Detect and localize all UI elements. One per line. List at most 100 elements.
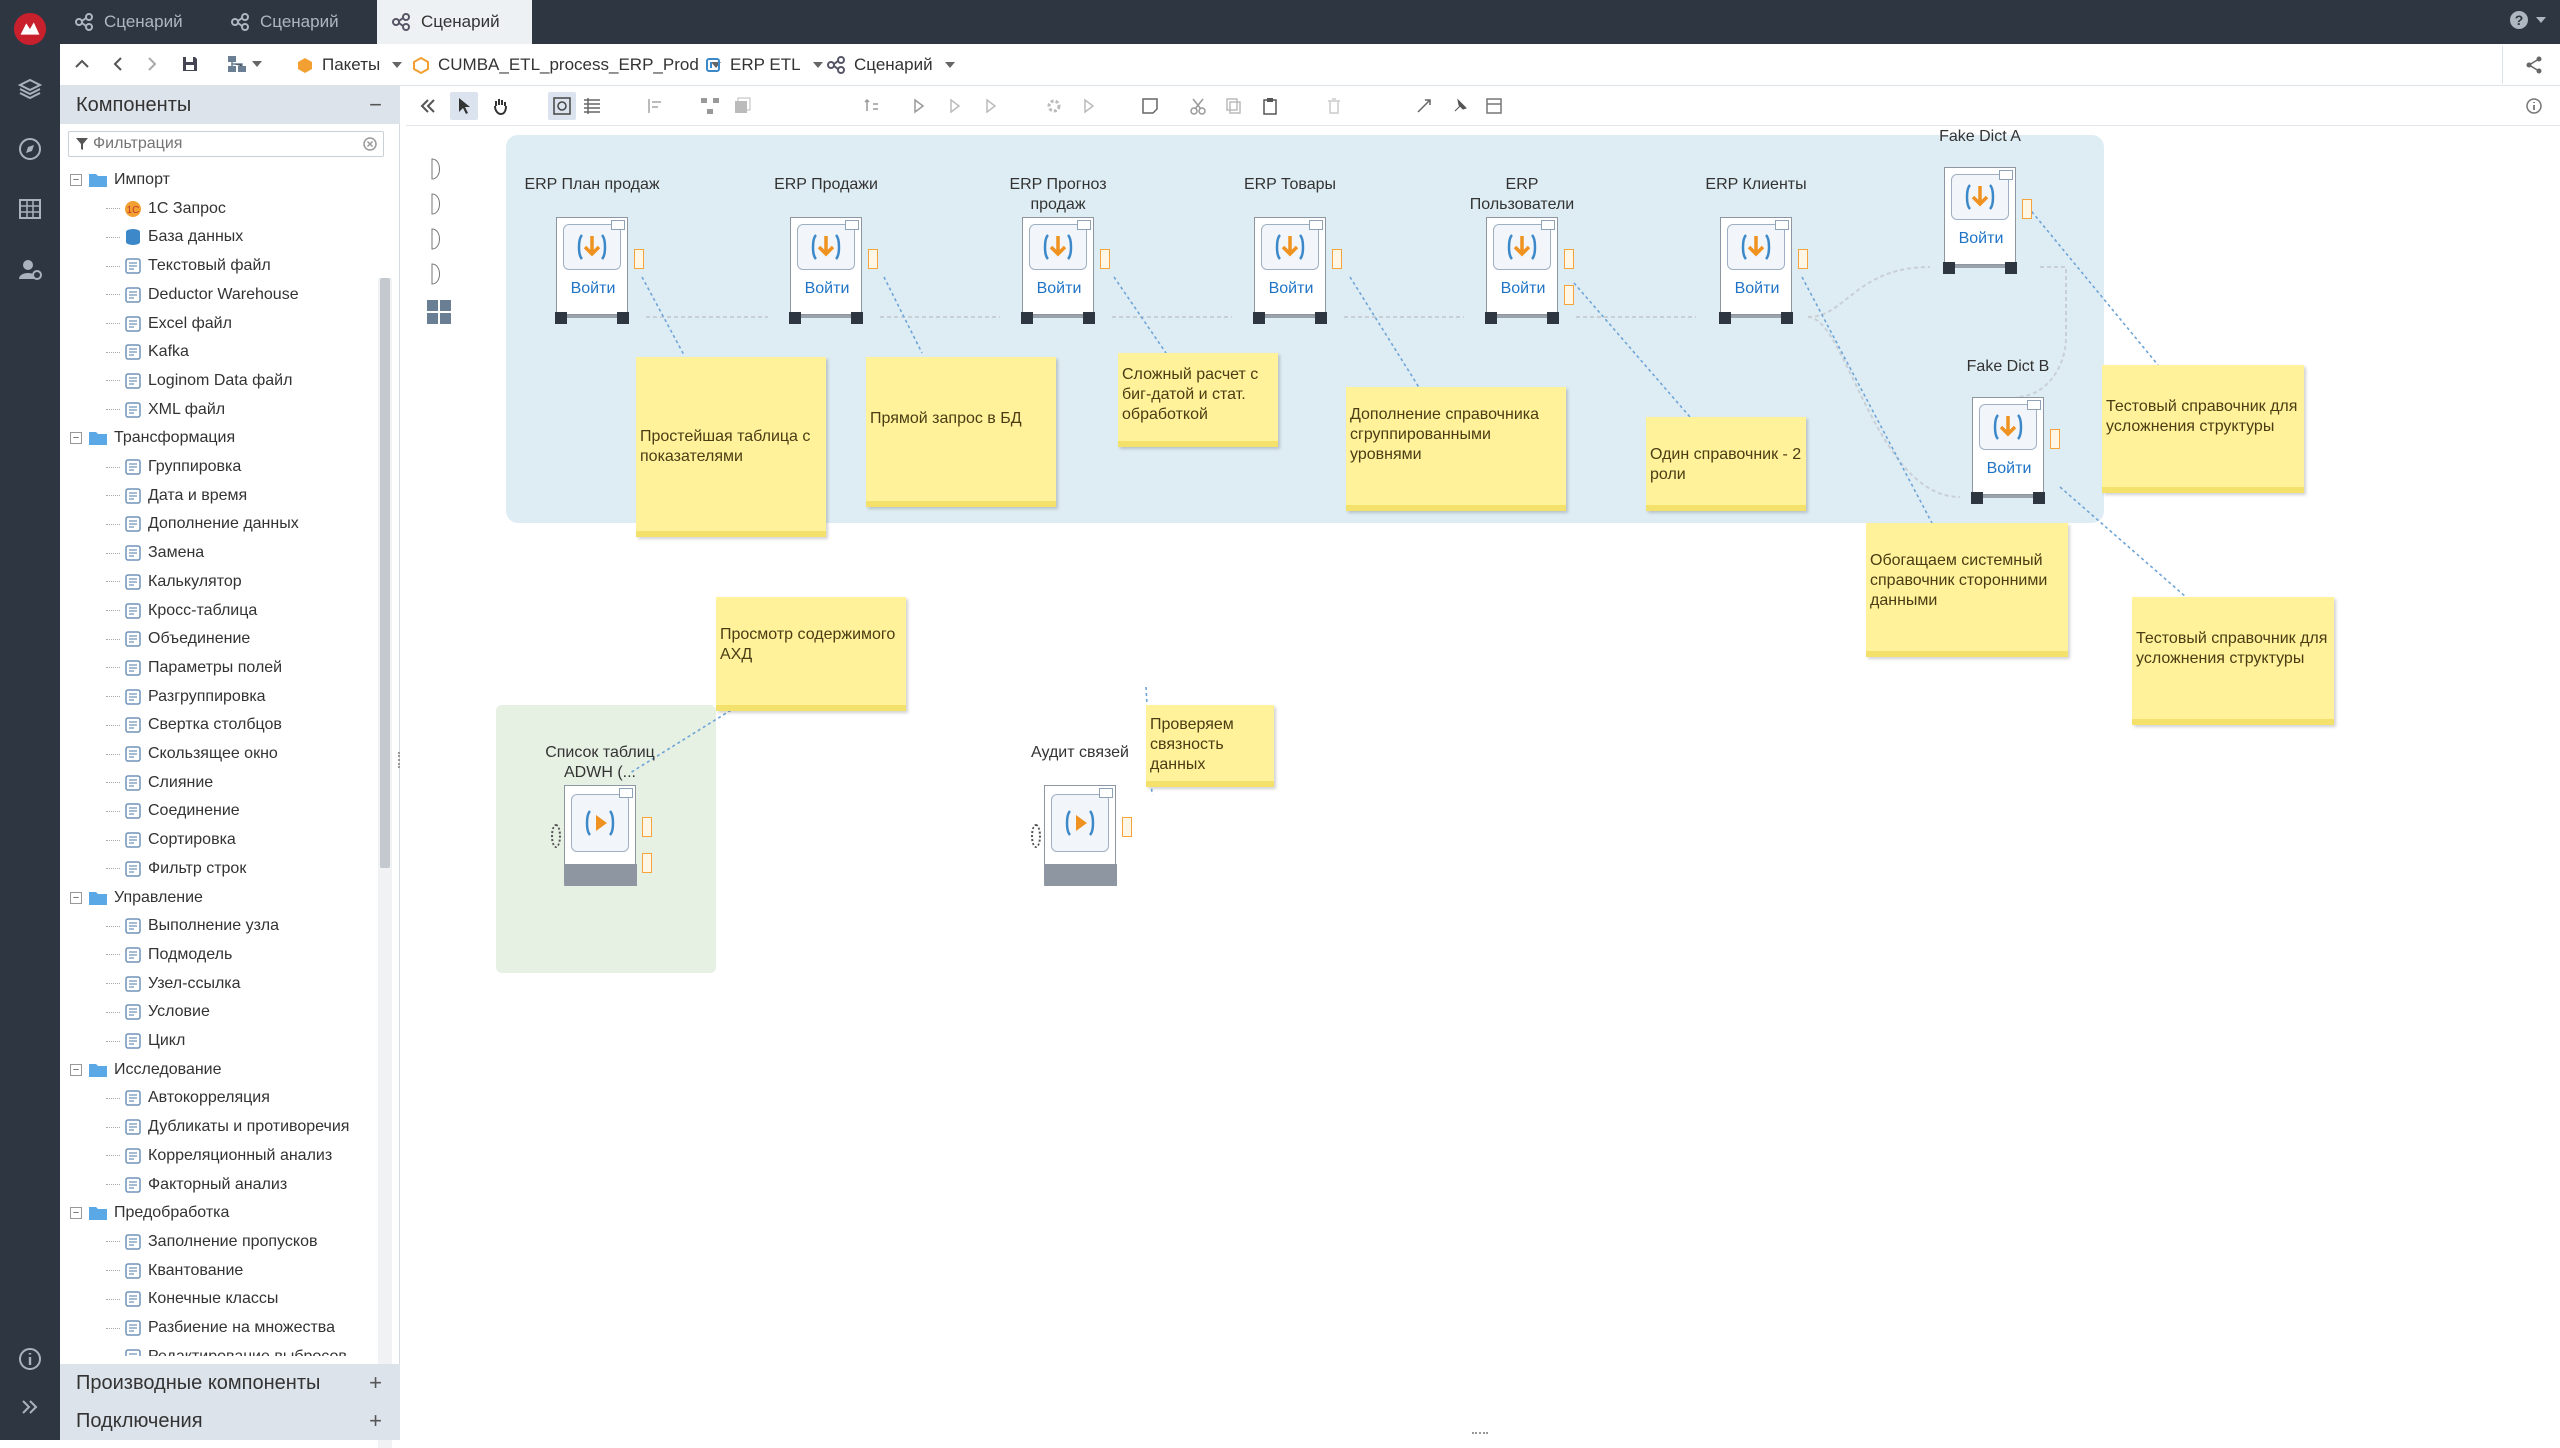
output-port[interactable] bbox=[1564, 249, 1574, 269]
run-icon[interactable] bbox=[906, 92, 934, 120]
node-enter-link[interactable]: Войти bbox=[557, 280, 629, 298]
clear-icon[interactable] bbox=[363, 137, 377, 151]
sticky-note[interactable]: Прямой запрос в БД bbox=[866, 357, 1056, 507]
tree-item[interactable]: Конечные классы bbox=[106, 1285, 278, 1313]
tab-scenario-2[interactable]: Сценарий bbox=[216, 0, 366, 44]
tab-scenario-3[interactable]: Сценарий bbox=[377, 0, 532, 44]
input-port-icon[interactable] bbox=[1485, 312, 1497, 324]
up-arrow-icon[interactable] bbox=[72, 54, 92, 74]
breadcrumb-module[interactable]: ERP ETL bbox=[704, 44, 823, 86]
scrollbar-thumb[interactable] bbox=[380, 278, 390, 868]
workflow-canvas[interactable]: ERP План продаж Войти ERP Продажи Войти ERP … bbox=[406, 127, 2560, 1440]
node-body[interactable]: Войти bbox=[789, 217, 863, 324]
group-icon[interactable] bbox=[728, 92, 756, 120]
node-enter-link[interactable]: Войти bbox=[1255, 280, 1327, 298]
output-port[interactable] bbox=[2050, 429, 2060, 449]
node-body[interactable]: Войти bbox=[1021, 217, 1095, 324]
tree-item[interactable]: Факторный анализ bbox=[106, 1171, 287, 1199]
collapse-box-icon[interactable]: − bbox=[70, 174, 82, 186]
derived-components-header[interactable]: Производные компоненты + bbox=[60, 1364, 400, 1402]
activation-port-icon[interactable] bbox=[1031, 824, 1041, 848]
output-port[interactable] bbox=[642, 853, 652, 873]
tree-item[interactable]: Редактирование выбросов bbox=[106, 1343, 347, 1356]
tree-item[interactable]: Группировка bbox=[106, 453, 241, 481]
expand-icon[interactable]: + bbox=[369, 1370, 382, 1396]
node-enter-link[interactable]: Войти bbox=[1945, 230, 2017, 248]
node-body[interactable]: Войти bbox=[555, 217, 629, 324]
tree-item[interactable]: Калькулятор bbox=[106, 568, 242, 596]
run-to-icon[interactable] bbox=[978, 92, 1006, 120]
sticky-note[interactable]: Проверяем связность данных bbox=[1146, 705, 1274, 787]
output-port[interactable] bbox=[868, 249, 878, 269]
tree-item[interactable]: 1C 1С Запрос bbox=[106, 195, 226, 223]
node-enter-link[interactable]: Войти bbox=[1487, 280, 1559, 298]
fit-view-icon[interactable] bbox=[548, 92, 576, 120]
packages-icon[interactable] bbox=[13, 72, 47, 106]
input-port-icon[interactable] bbox=[1719, 312, 1731, 324]
resize-handle[interactable] bbox=[1472, 1432, 1488, 1436]
align-icon[interactable] bbox=[642, 92, 670, 120]
forward-arrow-icon[interactable] bbox=[142, 54, 162, 74]
tree-item[interactable]: Фильтр строк bbox=[106, 855, 246, 883]
output-port-icon[interactable] bbox=[851, 312, 863, 324]
output-port[interactable] bbox=[1798, 249, 1808, 269]
run-step-icon[interactable] bbox=[942, 92, 970, 120]
input-port-icon[interactable] bbox=[789, 312, 801, 324]
tree-item[interactable]: XML файл bbox=[106, 396, 225, 424]
tree-group[interactable]: − Предобработка bbox=[70, 1199, 229, 1227]
breadcrumb-packages[interactable]: Пакеты bbox=[296, 44, 403, 86]
share-icon[interactable] bbox=[2524, 55, 2544, 75]
output-port-icon[interactable] bbox=[617, 312, 629, 324]
tree-item[interactable]: Выполнение узла bbox=[106, 912, 279, 940]
sticky-note[interactable]: Тестовый справочник для усложнения струк… bbox=[2132, 597, 2334, 725]
delete-icon[interactable] bbox=[1320, 92, 1348, 120]
tree-item[interactable]: Замена bbox=[106, 539, 204, 567]
output-port[interactable] bbox=[1122, 817, 1132, 837]
tree-item[interactable]: Квантование bbox=[106, 1257, 243, 1285]
export-icon[interactable] bbox=[1480, 92, 1508, 120]
tree-item[interactable]: Кросс-таблица bbox=[106, 597, 257, 625]
back-arrow-icon[interactable] bbox=[108, 54, 128, 74]
node-body[interactable] bbox=[1031, 785, 1117, 886]
sticky-note[interactable]: Простейшая таблица с показателями bbox=[636, 357, 826, 537]
copy-icon[interactable] bbox=[1220, 92, 1248, 120]
collapse-box-icon[interactable]: − bbox=[70, 891, 82, 904]
output-port[interactable] bbox=[634, 249, 644, 269]
list-view-icon[interactable] bbox=[578, 92, 606, 120]
pointer-tool-icon[interactable] bbox=[450, 92, 478, 120]
node-enter-link[interactable]: Войти bbox=[1023, 280, 1095, 298]
output-port-icon[interactable] bbox=[2033, 492, 2045, 504]
tree-item[interactable]: Скользящее окно bbox=[106, 740, 278, 768]
node-body[interactable]: Войти bbox=[1253, 217, 1327, 324]
tree-item[interactable]: База данных bbox=[106, 223, 243, 251]
node-enter-link[interactable]: Войти bbox=[1973, 460, 2045, 478]
note-icon[interactable] bbox=[1136, 92, 1164, 120]
tree-item[interactable]: Текстовый файл bbox=[106, 252, 271, 280]
tree-item[interactable]: Deductor Warehouse bbox=[106, 281, 299, 309]
tree-group[interactable]: − Исследование bbox=[70, 1056, 222, 1084]
output-port[interactable] bbox=[1332, 249, 1342, 269]
sticky-note[interactable]: Просмотр содержимого АХД bbox=[716, 597, 906, 711]
hand-tool-icon[interactable] bbox=[486, 92, 514, 120]
tree-item[interactable]: Excel файл bbox=[106, 310, 232, 338]
activation-port-icon[interactable] bbox=[551, 824, 561, 848]
output-port-icon[interactable] bbox=[1547, 312, 1559, 324]
node-body[interactable]: Войти bbox=[1971, 397, 2045, 504]
tab-scenario-1[interactable]: Сценарий bbox=[60, 0, 210, 44]
collapse-icon[interactable]: − bbox=[369, 92, 382, 118]
output-port-icon[interactable] bbox=[1315, 312, 1327, 324]
output-port[interactable] bbox=[1100, 249, 1110, 269]
tree-item[interactable]: Корреляционный анализ bbox=[106, 1142, 332, 1170]
connect-icon[interactable] bbox=[1410, 92, 1438, 120]
tree-item[interactable]: Дата и время bbox=[106, 482, 247, 510]
user-settings-icon[interactable] bbox=[13, 252, 47, 286]
collapse-panel-icon[interactable] bbox=[414, 92, 442, 120]
output-port[interactable] bbox=[2022, 199, 2032, 219]
tree-item[interactable]: Kafka bbox=[106, 338, 189, 366]
tree-group[interactable]: − Управление bbox=[70, 884, 203, 912]
output-port-icon[interactable] bbox=[2005, 262, 2017, 274]
tree-item[interactable]: Узел-ссылка bbox=[106, 970, 241, 998]
node-body[interactable]: Войти bbox=[1719, 217, 1793, 324]
output-port-icon[interactable] bbox=[1083, 312, 1095, 324]
layout-icon[interactable] bbox=[696, 92, 724, 120]
